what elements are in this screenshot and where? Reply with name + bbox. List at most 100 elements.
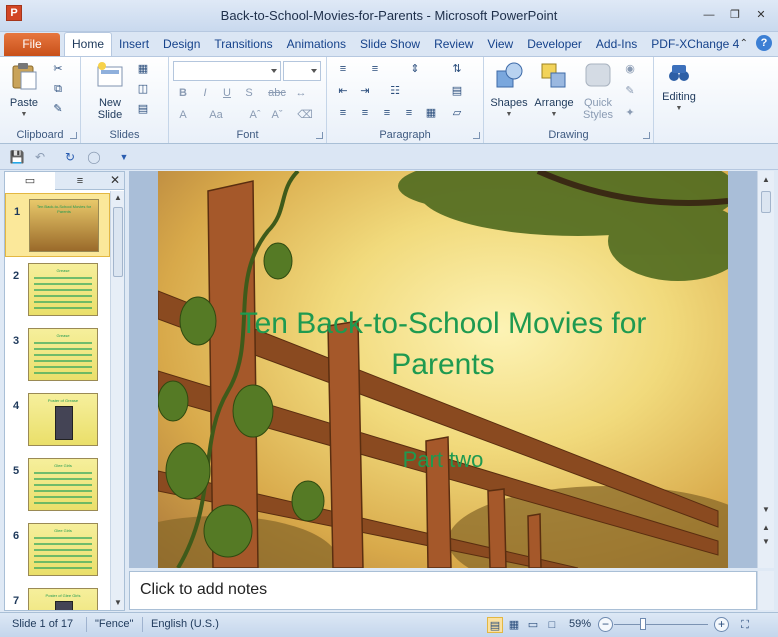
restore-icon[interactable]: ❐: [728, 8, 742, 22]
tab-file[interactable]: File: [4, 33, 60, 56]
slide-thumbnail[interactable]: 7 Poster of Glee Girls: [5, 583, 110, 610]
copy-icon[interactable]: ⧉: [50, 81, 66, 97]
minimize-icon[interactable]: —: [702, 8, 716, 22]
tab-pdf-xchange[interactable]: PDF-XChange 4: [644, 32, 746, 56]
bullets-icon[interactable]: ≡: [335, 61, 351, 77]
slide-thumbnail[interactable]: 1 Ten Back-to-School Movies for Parents: [5, 193, 110, 257]
font-color-icon[interactable]: A: [175, 107, 191, 123]
scroll-thumb[interactable]: [113, 207, 123, 277]
close-icon[interactable]: ✕: [754, 8, 768, 22]
next-slide-icon[interactable]: ▼: [760, 535, 772, 549]
slide-thumbnail[interactable]: 2 Grease: [5, 258, 110, 322]
slide-scroll-thumb[interactable]: [761, 191, 771, 213]
clear-formatting-icon[interactable]: ⌫: [297, 107, 313, 123]
slideshow-view-icon[interactable]: □: [544, 617, 560, 633]
align-text-icon[interactable]: ▤: [449, 83, 465, 99]
numbering-icon[interactable]: ≡: [367, 61, 383, 77]
outline-tab-icon[interactable]: ≡: [55, 172, 105, 190]
reset-icon[interactable]: ◫: [135, 81, 151, 97]
spacing-icon[interactable]: ↔: [293, 85, 309, 101]
slide-scroll-down-icon[interactable]: ▼: [760, 503, 772, 517]
underline-icon[interactable]: U: [219, 85, 235, 101]
text-direction-icon[interactable]: ⇅: [449, 61, 465, 77]
line-spacing-icon[interactable]: ⇕: [407, 61, 423, 77]
arrange-button[interactable]: Arrange ▼: [532, 61, 576, 121]
slide-thumbnail[interactable]: 5 Glee Girls: [5, 453, 110, 517]
close-pane-icon[interactable]: ✕: [110, 173, 120, 187]
strikethrough-icon[interactable]: abc: [265, 85, 289, 101]
shrink-font-icon[interactable]: Aˇ: [269, 107, 285, 123]
start-slideshow-icon[interactable]: ◯: [86, 149, 102, 165]
slide-sorter-icon[interactable]: ▦: [506, 617, 522, 633]
decrease-indent-icon[interactable]: ⇤: [335, 83, 351, 99]
tab-insert[interactable]: Insert: [112, 32, 156, 56]
notes-scrollbar[interactable]: [757, 571, 774, 610]
zoom-level[interactable]: 59%: [569, 618, 591, 630]
quick-styles-button[interactable]: Quick Styles: [578, 61, 618, 121]
paste-button[interactable]: Paste ▼: [6, 61, 42, 121]
shape-outline-icon[interactable]: ✎: [622, 83, 638, 99]
customize-qat-icon[interactable]: ▼: [116, 149, 132, 165]
slide-subtitle[interactable]: Part two: [318, 447, 568, 473]
zoom-in-icon[interactable]: +: [714, 617, 729, 632]
distributed-icon[interactable]: ▦: [423, 105, 439, 121]
zoom-slider-knob[interactable]: [640, 618, 646, 630]
tab-developer[interactable]: Developer: [520, 32, 589, 56]
paragraph-launcher-icon[interactable]: [473, 132, 480, 139]
slide-title[interactable]: Ten Back-to-School Movies for Parents: [218, 303, 668, 385]
change-case-icon[interactable]: Aa: [205, 107, 227, 123]
shape-effects-icon[interactable]: ✦: [622, 105, 638, 121]
thumbnails-scrollbar[interactable]: ▲ ▼: [110, 191, 124, 610]
font-launcher-icon[interactable]: [316, 132, 323, 139]
clipboard-launcher-icon[interactable]: [70, 132, 77, 139]
tab-animations[interactable]: Animations: [280, 32, 353, 56]
font-size-combo[interactable]: [283, 61, 321, 81]
align-left-icon[interactable]: ≡: [335, 105, 351, 121]
save-icon[interactable]: 💾: [9, 149, 25, 165]
scroll-down-icon[interactable]: ▼: [112, 596, 124, 610]
slide-thumbnail[interactable]: 4 Poster of Grease: [5, 388, 110, 452]
slide-scrollbar[interactable]: ▲ ▼ ▲ ▼: [757, 171, 774, 568]
tab-design[interactable]: Design: [156, 32, 207, 56]
bold-icon[interactable]: B: [175, 85, 191, 101]
scroll-up-icon[interactable]: ▲: [112, 191, 124, 205]
new-slide-button[interactable]: New Slide: [91, 61, 129, 121]
drawing-launcher-icon[interactable]: [643, 132, 650, 139]
cut-icon[interactable]: ✂: [50, 61, 66, 77]
shapes-button[interactable]: Shapes ▼: [488, 61, 530, 121]
shape-fill-icon[interactable]: ◉: [622, 61, 638, 77]
editing-button[interactable]: Editing ▼: [656, 61, 702, 115]
previous-slide-icon[interactable]: ▲: [760, 521, 772, 535]
normal-view-icon[interactable]: ▤: [487, 617, 503, 633]
font-name-combo[interactable]: [173, 61, 281, 81]
slide-thumbnail[interactable]: 6 Glee Girls: [5, 518, 110, 582]
help-icon[interactable]: ?: [756, 35, 772, 51]
justify-icon[interactable]: ≡: [401, 105, 417, 121]
italic-icon[interactable]: I: [197, 85, 213, 101]
slide-thumbnail[interactable]: 3 Grease: [5, 323, 110, 387]
tab-transitions[interactable]: Transitions: [207, 32, 279, 56]
slides-tab-icon[interactable]: ▭: [5, 172, 55, 190]
grow-font-icon[interactable]: Aˆ: [247, 107, 263, 123]
minimize-ribbon-icon[interactable]: ⌃: [740, 38, 748, 49]
redo-icon[interactable]: ↻: [62, 149, 78, 165]
tab-home[interactable]: Home: [64, 32, 113, 56]
undo-icon[interactable]: ↶: [32, 149, 48, 165]
tab-view[interactable]: View: [480, 32, 520, 56]
language-indicator[interactable]: English (U.S.): [151, 618, 219, 630]
notes-pane[interactable]: Click to add notes: [129, 571, 757, 610]
fit-slide-icon[interactable]: ⛶: [737, 617, 753, 633]
columns-icon[interactable]: ☷: [387, 83, 403, 99]
align-center-icon[interactable]: ≡: [357, 105, 373, 121]
shadow-icon[interactable]: S: [241, 85, 257, 101]
align-right-icon[interactable]: ≡: [379, 105, 395, 121]
layout-icon[interactable]: ▦: [135, 61, 151, 77]
zoom-out-icon[interactable]: −: [598, 617, 613, 632]
theme-name[interactable]: "Fence": [95, 618, 133, 630]
reading-view-icon[interactable]: ▭: [525, 617, 541, 633]
section-icon[interactable]: ▤: [135, 101, 151, 117]
tab-add-ins[interactable]: Add-Ins: [589, 32, 644, 56]
tab-slide-show[interactable]: Slide Show: [353, 32, 427, 56]
current-slide[interactable]: Ten Back-to-School Movies for Parents Pa…: [158, 171, 728, 568]
slide-scroll-up-icon[interactable]: ▲: [760, 173, 772, 187]
